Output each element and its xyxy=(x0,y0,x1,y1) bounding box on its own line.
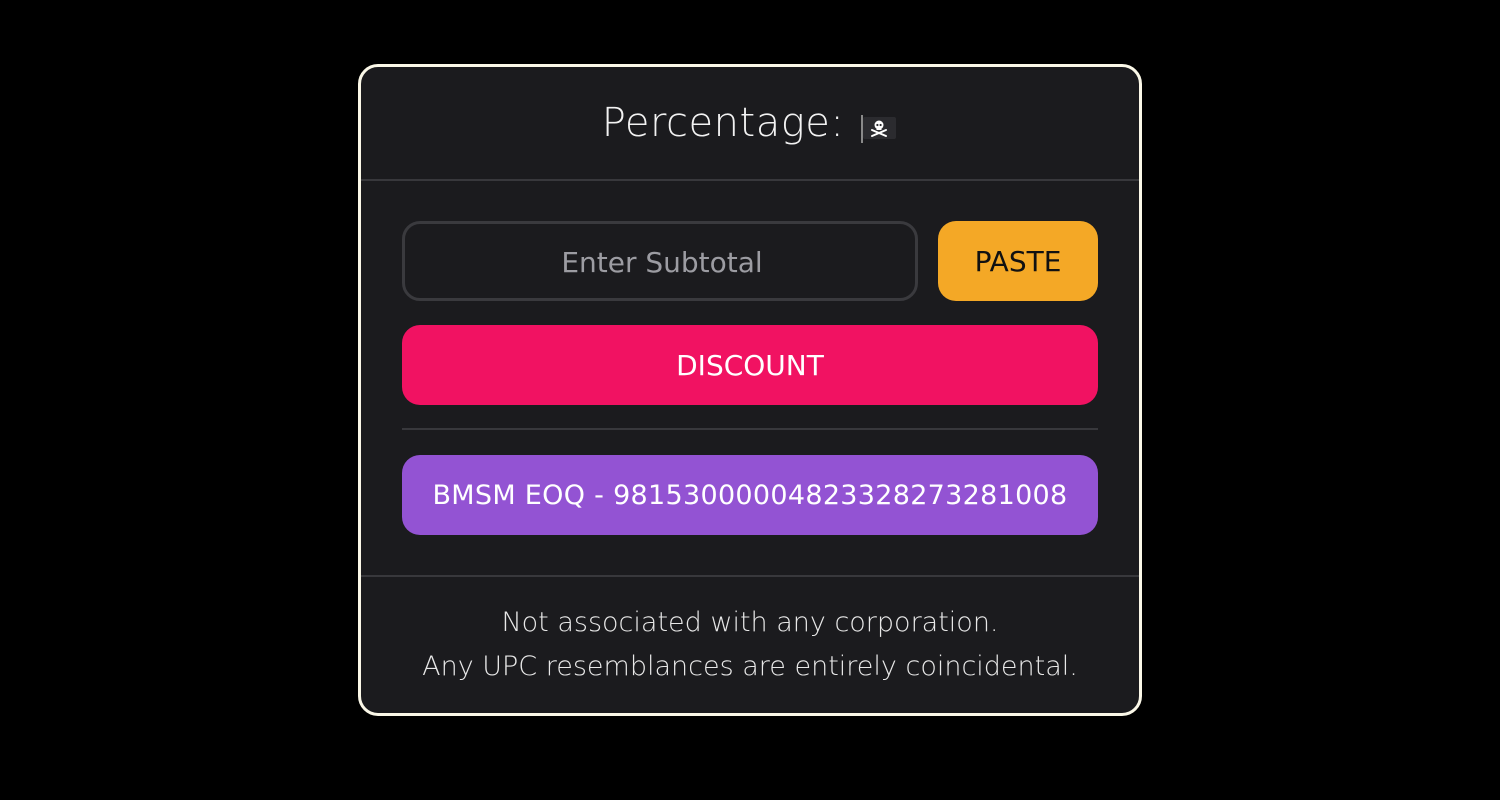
card-footer: Not associated with any corporation. Any… xyxy=(361,577,1139,713)
card-body: PASTE DISCOUNT BMSM EOQ - 98153000004823… xyxy=(361,181,1139,577)
discount-card: Percentage: PASTE DISCOUNT BMSM EO xyxy=(358,64,1142,716)
subtotal-field[interactable] xyxy=(402,221,919,301)
card-header: Percentage: xyxy=(361,67,1139,181)
discount-code-button[interactable]: BMSM EOQ - 98153000004823328273281008 xyxy=(402,455,1098,535)
disclaimer-line-1: Not associated with any corporation. xyxy=(501,607,999,638)
paste-button[interactable]: PASTE xyxy=(938,221,1098,301)
subtotal-input[interactable] xyxy=(405,224,919,300)
pirate-flag-icon xyxy=(860,108,898,143)
percentage-title-label: Percentage: xyxy=(601,100,845,146)
percentage-title: Percentage: xyxy=(602,100,899,146)
section-divider xyxy=(402,428,1098,430)
disclaimer-line-2: Any UPC resemblances are entirely coinci… xyxy=(422,651,1078,682)
discount-button[interactable]: DISCOUNT xyxy=(402,325,1098,405)
